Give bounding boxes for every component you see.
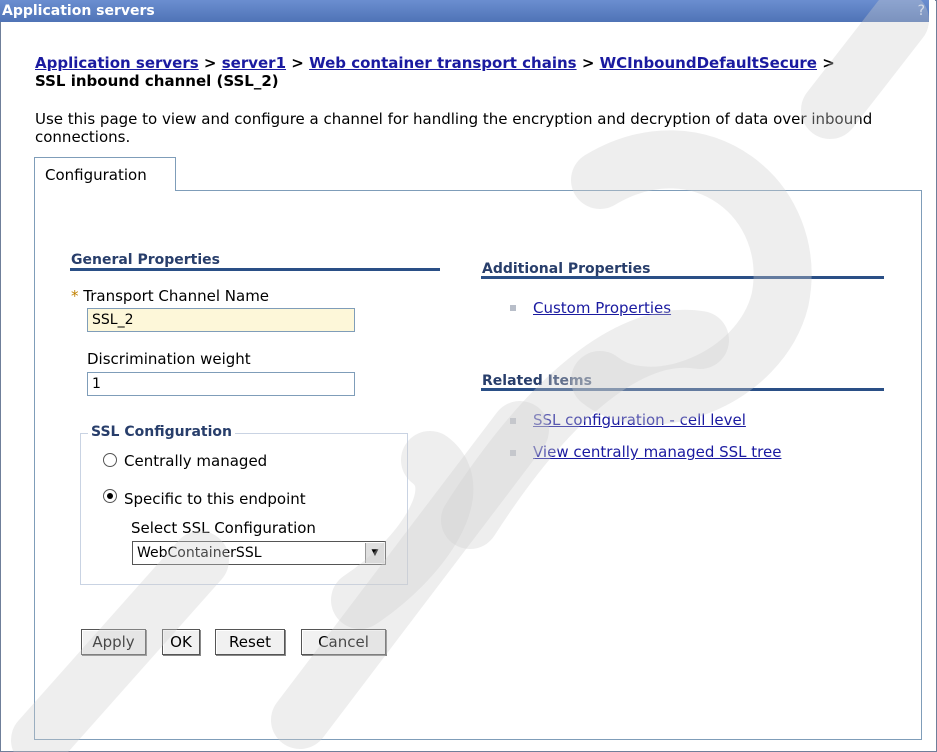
bullet-icon xyxy=(510,450,516,456)
ssl-configuration-cell-level-link[interactable]: SSL configuration - cell level xyxy=(533,411,746,429)
general-properties-rule xyxy=(70,268,440,271)
page-description: Use this page to view and configure a ch… xyxy=(35,110,873,146)
minimize-icon[interactable] xyxy=(929,0,935,22)
tab-configuration[interactable]: Configuration xyxy=(34,157,176,191)
transport-channel-name-label: * Transport Channel Name xyxy=(71,287,270,305)
related-items-rule xyxy=(481,388,884,391)
additional-properties-rule xyxy=(481,276,884,279)
centrally-managed-radio[interactable] xyxy=(103,453,117,467)
ssl-configuration-select[interactable]: WebContainerSSL ▼ xyxy=(132,541,386,565)
window-title: Application servers xyxy=(2,3,155,19)
required-icon: * xyxy=(71,287,79,305)
breadcrumb-separator: > xyxy=(203,54,217,72)
breadcrumb-separator: > xyxy=(822,54,835,72)
transport-channel-name-input[interactable] xyxy=(87,308,355,332)
bullet-icon xyxy=(510,418,516,424)
apply-button[interactable]: Apply xyxy=(81,629,146,655)
centrally-managed-label: Centrally managed xyxy=(124,452,268,470)
breadcrumb-separator: > xyxy=(581,54,595,72)
general-properties-title: General Properties xyxy=(71,252,220,268)
reset-button[interactable]: Reset xyxy=(215,629,285,655)
breadcrumb-link-server1[interactable]: server1 xyxy=(222,54,286,72)
specific-endpoint-radio[interactable] xyxy=(103,489,117,503)
breadcrumb-link-application-servers[interactable]: Application servers xyxy=(35,54,199,72)
page-title: SSL inbound channel (SSL_2) xyxy=(35,72,279,90)
view-ssl-tree-link[interactable]: View centrally managed SSL tree xyxy=(533,443,781,461)
ssl-configuration-select-value: WebContainerSSL xyxy=(137,545,262,561)
breadcrumb-link-transport-chains[interactable]: Web container transport chains xyxy=(309,54,577,72)
bullet-icon xyxy=(510,305,516,311)
additional-properties-title: Additional Properties xyxy=(482,261,651,277)
ssl-configuration-title: SSL Configuration xyxy=(88,424,235,440)
select-ssl-configuration-label: Select SSL Configuration xyxy=(131,519,316,537)
dropdown-arrow-icon[interactable]: ▼ xyxy=(365,543,384,563)
help-icon[interactable]: ? xyxy=(918,0,925,22)
discrimination-weight-label: Discrimination weight xyxy=(87,350,251,368)
ok-button[interactable]: OK xyxy=(162,629,200,655)
breadcrumb: Application servers > server1 > Web cont… xyxy=(35,54,915,90)
window-title-bar: Application servers ? xyxy=(0,0,935,22)
related-items-title: Related Items xyxy=(482,373,592,389)
breadcrumb-link-wcinbound[interactable]: WCInboundDefaultSecure xyxy=(600,54,817,72)
specific-endpoint-label: Specific to this endpoint xyxy=(124,490,306,508)
breadcrumb-separator: > xyxy=(291,54,304,72)
discrimination-weight-input[interactable] xyxy=(87,372,355,396)
custom-properties-link[interactable]: Custom Properties xyxy=(533,299,671,317)
cancel-button[interactable]: Cancel xyxy=(301,629,386,655)
